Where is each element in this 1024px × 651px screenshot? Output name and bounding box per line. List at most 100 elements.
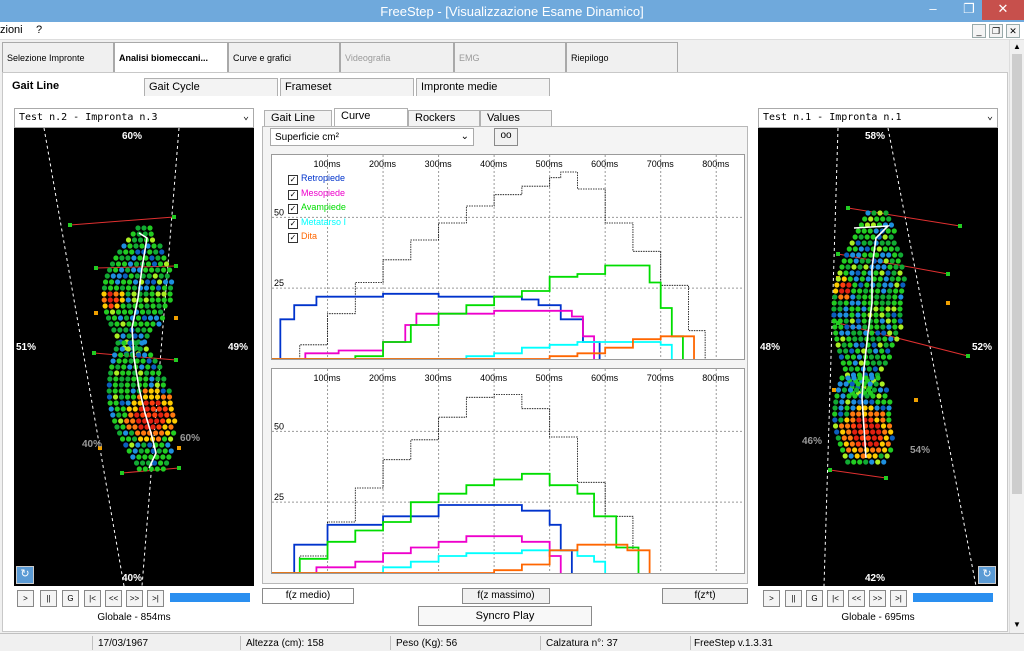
marker (174, 264, 178, 268)
center-tab-rockers[interactable]: Rockers (408, 110, 480, 127)
left-play-button[interactable]: > (17, 590, 34, 607)
f-z-medio-button[interactable]: f(z medio) (262, 588, 354, 604)
marker (94, 266, 98, 270)
vertical-scrollbar[interactable]: ▲ ▼ (1009, 40, 1024, 633)
scroll-up-icon[interactable]: ▲ (1013, 42, 1021, 51)
tab-selezione-impronte[interactable]: Selezione Impronte (2, 42, 114, 72)
menu-item-help[interactable]: ? (36, 24, 42, 36)
left-left-pct: 51% (16, 342, 37, 353)
mdi-close-button[interactable]: ✕ (1006, 24, 1020, 38)
marker (174, 316, 178, 320)
legend-checkbox[interactable]: ✓ (288, 189, 298, 200)
right-footprint-select-value: Test n.1 - Impronta n.1 (763, 112, 902, 123)
left-status: Globale - 854ms (97, 612, 171, 623)
right-first-button[interactable]: |< (827, 590, 844, 607)
mdi-minimize-button[interactable]: _ (972, 24, 986, 38)
legend-checkbox[interactable]: ✓ (288, 233, 298, 244)
legend-item[interactable]: ✓ Avampiede (288, 200, 346, 215)
center-tab-gait-line[interactable]: Gait Line (264, 110, 332, 127)
left-first-button[interactable]: |< (84, 590, 101, 607)
marker (966, 354, 970, 358)
x-tick-label: 300ms (425, 159, 453, 169)
minimize-button[interactable]: – (920, 0, 946, 20)
close-button[interactable]: ✕ (982, 0, 1024, 20)
f-z-massimo-button[interactable]: f(z massimo) (462, 588, 550, 604)
tab-curve-e-grafici[interactable]: Curve e grafici (228, 42, 340, 72)
mdi-restore-button[interactable]: ❐ (989, 24, 1003, 38)
tab-videografia[interactable]: Videografia (340, 42, 454, 72)
legend-item[interactable]: ✓ Metatarso I (288, 215, 346, 230)
center-tab-curve[interactable]: Curve (334, 108, 408, 127)
scroll-thumb[interactable] (1012, 54, 1022, 494)
oo-button[interactable]: oo (494, 128, 518, 146)
f-z-t-button[interactable]: f(z*t) (662, 588, 748, 604)
y-tick-label: 50 (274, 207, 284, 217)
subtab-frameset[interactable]: Frameset (280, 78, 414, 96)
title-bar: FreeStep - [Visualizzazione Esame Dinami… (0, 0, 1024, 22)
legend-checkbox[interactable]: ✓ (288, 218, 298, 229)
right-refresh-icon[interactable]: ↻ (978, 566, 996, 584)
syncro-play-button[interactable]: Syncro Play (418, 606, 592, 626)
right-bottom-pct: 42% (865, 573, 886, 584)
tab-riepilogo[interactable]: Riepilogo (566, 42, 678, 72)
right-last-button[interactable]: >| (890, 590, 907, 607)
reference-line (141, 128, 180, 586)
legend-checkbox[interactable]: ✓ (288, 175, 298, 185)
reference-line (43, 128, 125, 586)
right-footprint-view[interactable]: 58% 48% 52% 46% 54% 42% ↻ (758, 128, 998, 586)
left-progress-bar[interactable] (170, 593, 250, 602)
legend-item[interactable]: ✓ Mesopiede (288, 186, 346, 201)
lower-chart-svg: 100ms 200ms 300ms 400ms 500ms 600ms 700ms 800ms… (272, 369, 744, 574)
menu-item-zioni[interactable]: zioni (0, 24, 23, 36)
chevron-down-icon: ⌄ (242, 111, 249, 122)
left-rewind-button[interactable]: << (105, 590, 122, 607)
right-g-button[interactable]: G (806, 590, 823, 607)
left-forward-button[interactable]: >> (126, 590, 143, 607)
right-play-button[interactable]: > (763, 590, 780, 607)
status-bar: 17/03/1967 Altezza (cm): 158 Peso (Kg): … (0, 633, 1024, 651)
legend-checkbox[interactable]: ✓ (288, 204, 298, 215)
marker (172, 215, 176, 219)
status-peso: Peso (Kg): 56 (396, 638, 458, 649)
right-progress-bar[interactable] (913, 593, 993, 602)
left-footprint-select[interactable]: Test n.2 - Impronta n.3 ⌄ (14, 108, 254, 128)
left-last-button[interactable]: >| (147, 590, 164, 607)
series-line-avampiede (272, 264, 684, 360)
status-version: FreeStep v.1.3.31 (694, 638, 773, 649)
legend-item[interactable]: ✓ Retropiede (288, 171, 346, 186)
legend-label: Mesopiede (301, 187, 346, 198)
right-heel-right-pct: 54% (910, 445, 931, 456)
tab-analisi-biomeccanica[interactable]: Analisi biomeccani... (114, 42, 228, 74)
status-dob: 17/03/1967 (98, 638, 149, 649)
right-forward-button[interactable]: >> (869, 590, 886, 607)
left-pause-button[interactable]: || (40, 590, 57, 607)
left-g-button[interactable]: G (62, 590, 79, 607)
restore-button[interactable]: ❐ (956, 0, 982, 20)
x-tick-label: 200ms (369, 159, 397, 169)
center-tab-values[interactable]: Values (480, 110, 552, 127)
left-refresh-icon[interactable]: ↻ (16, 566, 34, 584)
legend-item[interactable]: ✓ Dita (288, 229, 346, 244)
right-footprint-select[interactable]: Test n.1 - Impronta n.1 ⌄ (758, 108, 998, 128)
marker (177, 466, 181, 470)
scroll-down-icon[interactable]: ▼ (1013, 620, 1021, 629)
measure-select-value: Superficie cm² (275, 132, 339, 143)
marker (174, 358, 178, 362)
right-top-pct: 58% (865, 131, 886, 142)
subtab-impronte-medie[interactable]: Impronte medie (416, 78, 550, 96)
series-line-series-2 (272, 535, 562, 574)
measure-select[interactable]: Superficie cm² ⌄ (270, 128, 474, 146)
left-right-pct: 49% (228, 342, 249, 353)
left-footprint-view[interactable]: 60% 51% 49% 40% 60% 40% ↻ (14, 128, 254, 586)
tab-emg[interactable]: EMG (454, 42, 566, 72)
x-tick-label: 400ms (480, 373, 508, 383)
chevron-down-icon: ⌄ (460, 131, 469, 142)
subtab-gait-cycle[interactable]: Gait Cycle (144, 78, 278, 96)
marker (946, 272, 950, 276)
right-pause-button[interactable]: || (785, 590, 802, 607)
marker (120, 471, 124, 475)
right-rewind-button[interactable]: << (848, 590, 865, 607)
marker (846, 206, 850, 210)
marker (92, 351, 96, 355)
subtab-gait-line[interactable]: Gait Line (8, 78, 138, 98)
